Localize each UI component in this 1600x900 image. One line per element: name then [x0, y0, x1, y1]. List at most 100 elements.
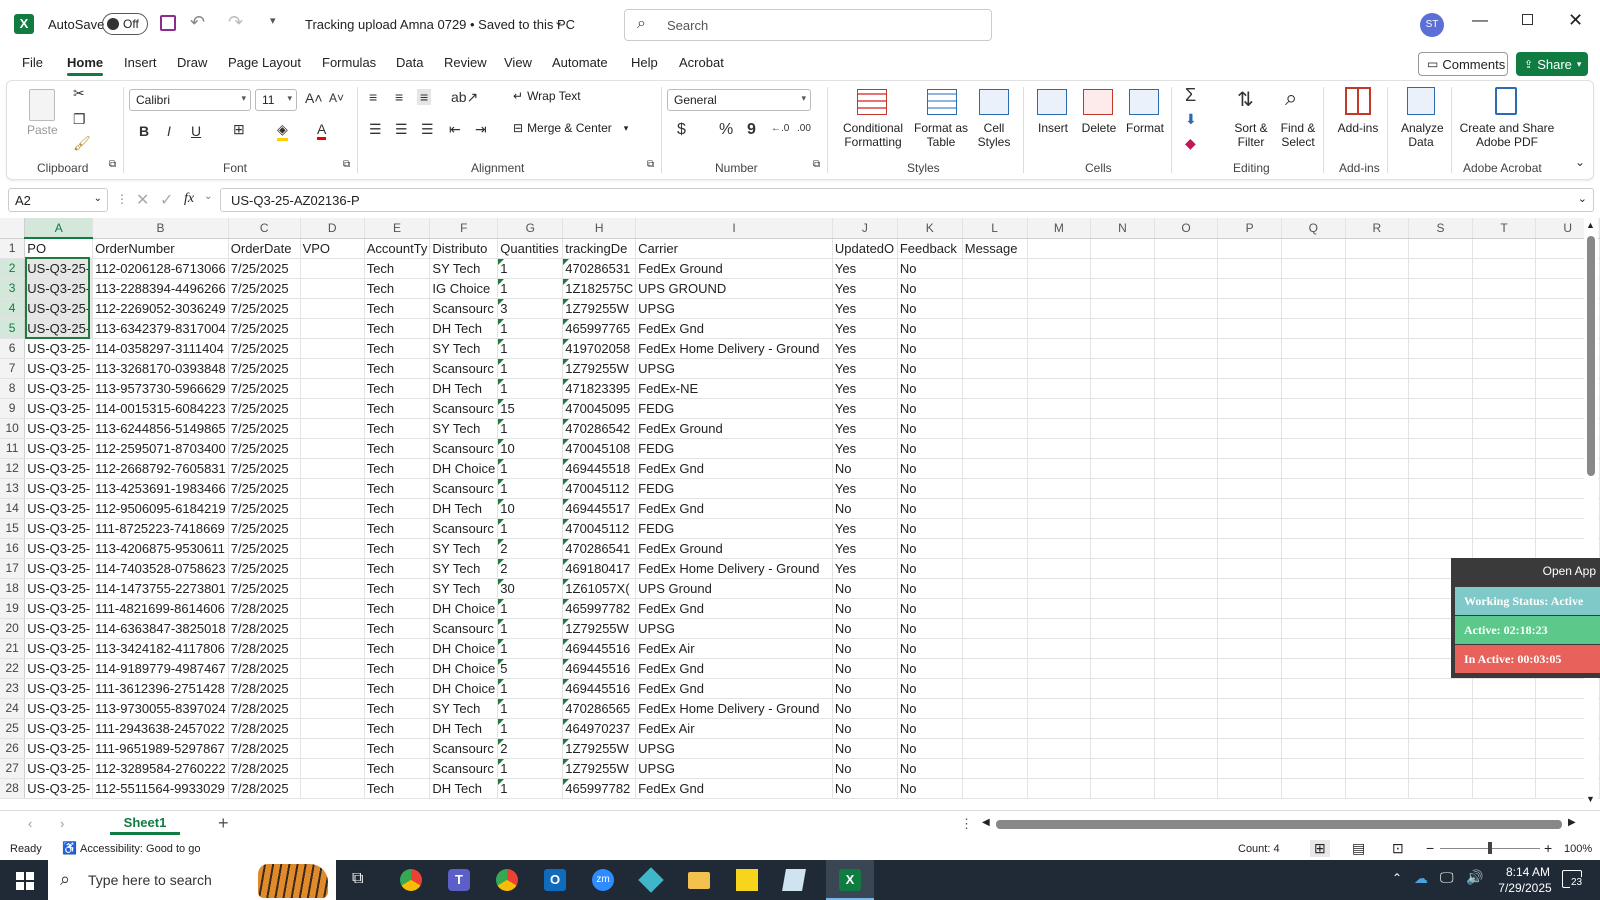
cell[interactable]	[300, 558, 365, 579]
cell[interactable]: US-Q3-25-	[24, 518, 94, 539]
customize-qat-icon[interactable]: ▾	[270, 14, 276, 27]
cell[interactable]: Yes	[832, 478, 898, 499]
cell-styles-icon[interactable]	[979, 89, 1009, 115]
cell[interactable]: 114-0358297-3111404	[92, 338, 229, 359]
column-header-e[interactable]: E	[364, 218, 431, 239]
cell[interactable]	[300, 578, 365, 599]
cell[interactable]: Tech	[364, 738, 431, 759]
cell[interactable]	[300, 278, 365, 299]
cell[interactable]: 112-0206128-6713066	[92, 258, 229, 279]
cell[interactable]: FedEx Gnd	[635, 598, 833, 619]
cell[interactable]: 1	[497, 278, 564, 299]
find-select-icon[interactable]: ⌕	[1285, 85, 1297, 111]
cell[interactable]	[1345, 658, 1410, 679]
autosave-toggle[interactable]: Off	[102, 13, 148, 35]
row-header[interactable]: 1	[0, 238, 26, 259]
cell[interactable]	[1281, 718, 1346, 739]
cell[interactable]	[1345, 758, 1410, 779]
cell[interactable]: 112-3289584-2760222	[92, 758, 229, 779]
paste-label[interactable]: Paste	[27, 123, 58, 137]
align-top-icon[interactable]: ≡	[369, 89, 377, 105]
cell[interactable]: Yes	[832, 398, 898, 419]
cell[interactable]: 470286531	[562, 258, 637, 279]
cell[interactable]: SY Tech	[429, 418, 499, 439]
row-header[interactable]: 12	[0, 458, 26, 479]
cell[interactable]: No	[897, 718, 963, 739]
wrap-text-button[interactable]: ↵ Wrap Text	[513, 89, 581, 103]
clipboard-launcher-icon[interactable]: ⧉	[109, 159, 116, 170]
row-header[interactable]: 25	[0, 718, 26, 739]
cell[interactable]: SY Tech	[429, 558, 499, 579]
cell[interactable]: FedEx Home Delivery - Ground	[635, 698, 833, 719]
cell[interactable]: FEDG	[635, 438, 833, 459]
find-select-label[interactable]: Find & Select	[1275, 121, 1321, 149]
cell[interactable]	[300, 538, 365, 559]
decrease-decimal-icon[interactable]: .00	[797, 123, 811, 134]
cell[interactable]	[1027, 758, 1092, 779]
cell[interactable]	[1027, 678, 1092, 699]
cell[interactable]	[1217, 558, 1282, 579]
page-break-view-icon[interactable]: ⊡	[1392, 840, 1404, 857]
cell[interactable]	[1217, 358, 1282, 379]
sort-filter-icon[interactable]: ⇅	[1237, 87, 1254, 112]
font-size-select[interactable]: 11 ▾	[255, 89, 297, 111]
cell[interactable]: Tech	[364, 618, 431, 639]
sort-filter-label[interactable]: Sort & Filter	[1229, 121, 1273, 149]
column-header-s[interactable]: S	[1408, 218, 1473, 239]
cell[interactable]: FedEx Ground	[635, 258, 833, 279]
create-pdf-label[interactable]: Create and Share Adobe PDF	[1457, 121, 1557, 149]
cell[interactable]: 470286565	[562, 698, 637, 719]
cell[interactable]: DH Tech	[429, 498, 499, 519]
cell[interactable]: 1	[497, 638, 564, 659]
cell[interactable]: US-Q3-25-	[24, 458, 94, 479]
font-color-icon[interactable]: A	[317, 121, 327, 140]
cell[interactable]	[1408, 518, 1473, 539]
cell[interactable]	[1345, 718, 1410, 739]
cell[interactable]	[1217, 238, 1282, 259]
cell[interactable]: 10	[497, 438, 564, 459]
cell[interactable]: No	[832, 618, 898, 639]
cell[interactable]: FEDG	[635, 478, 833, 499]
cell[interactable]	[1345, 378, 1410, 399]
cell[interactable]: US-Q3-25-	[24, 498, 94, 519]
cell[interactable]: 1	[497, 358, 564, 379]
cell[interactable]: 7/28/2025	[228, 638, 301, 659]
cell[interactable]: 2	[497, 558, 564, 579]
cell[interactable]	[1472, 398, 1537, 419]
cell[interactable]	[1154, 758, 1219, 779]
cell[interactable]	[1281, 758, 1346, 779]
cell[interactable]	[1090, 558, 1155, 579]
cell[interactable]: DH Choice	[429, 598, 499, 619]
insert-cells-label[interactable]: Insert	[1033, 121, 1073, 135]
cell[interactable]: 469445516	[562, 638, 637, 659]
cell[interactable]	[1281, 398, 1346, 419]
cell[interactable]	[1281, 618, 1346, 639]
menu-automate[interactable]: Automate	[552, 55, 608, 70]
cell[interactable]: 7/28/2025	[228, 658, 301, 679]
cell[interactable]	[1472, 718, 1537, 739]
cell[interactable]: 114-7403528-0758623	[92, 558, 229, 579]
cell[interactable]	[1472, 418, 1537, 439]
cell[interactable]	[1154, 538, 1219, 559]
cell[interactable]: AccountTy	[364, 238, 431, 259]
cell[interactable]	[1472, 738, 1537, 759]
avatar[interactable]: ST	[1420, 13, 1444, 37]
cell[interactable]: Tech	[364, 338, 431, 359]
borders-icon[interactable]: ⊞	[233, 121, 245, 138]
cell[interactable]	[1217, 718, 1282, 739]
cell[interactable]	[1472, 498, 1537, 519]
cell[interactable]	[1090, 738, 1155, 759]
cancel-icon[interactable]: ✕	[136, 190, 149, 210]
cell[interactable]: 7/25/2025	[228, 458, 301, 479]
cell[interactable]: 465997782	[562, 778, 637, 799]
cell[interactable]	[1090, 618, 1155, 639]
cell[interactable]: Tech	[364, 318, 431, 339]
comments-button[interactable]: ▭ Comments	[1418, 52, 1508, 76]
chrome-icon[interactable]	[400, 869, 422, 891]
cell[interactable]	[962, 478, 1028, 499]
column-header-j[interactable]: J	[832, 218, 898, 239]
cell[interactable]: Quantities	[497, 238, 564, 259]
cell[interactable]	[1217, 298, 1282, 319]
cell[interactable]	[1154, 418, 1219, 439]
cell[interactable]	[962, 638, 1028, 659]
